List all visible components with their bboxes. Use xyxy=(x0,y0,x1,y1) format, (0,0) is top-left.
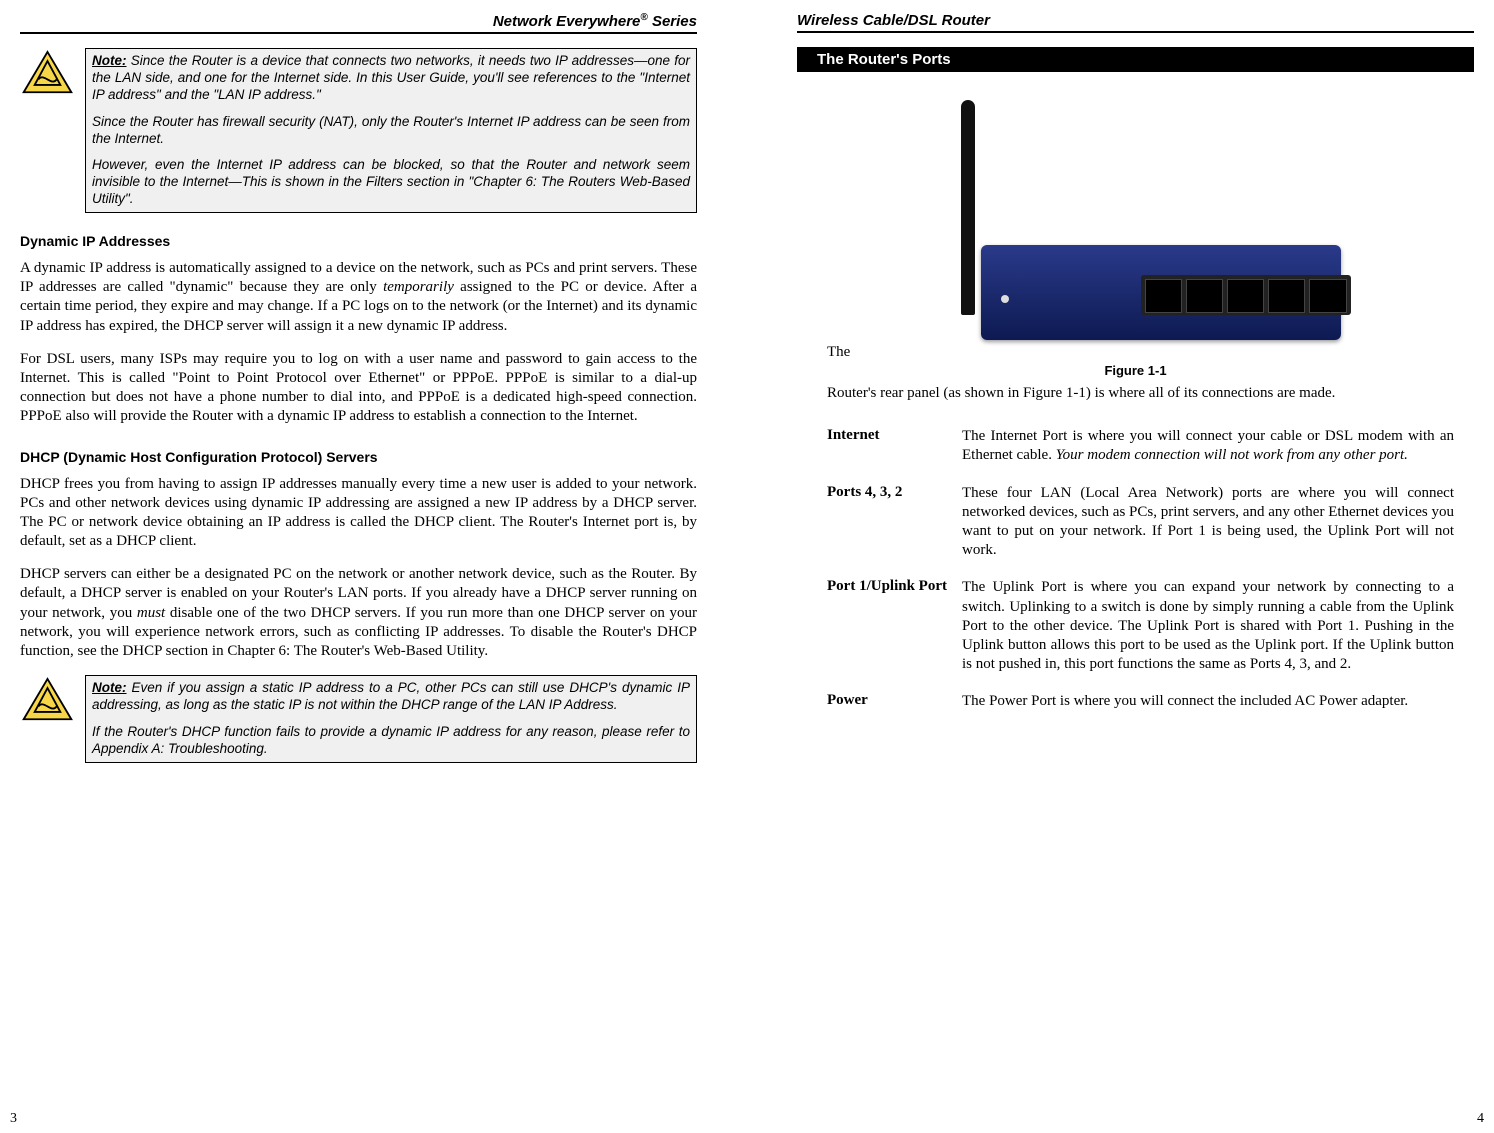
ethernet-port xyxy=(1268,279,1305,313)
router-illustration xyxy=(921,100,1351,350)
page-spread: Network Everywhere® Series Note: Since t… xyxy=(0,0,1494,1133)
definition-desc: The Power Port is where you will connect… xyxy=(962,692,1454,711)
note-label: Note: xyxy=(92,680,127,695)
note-box-2: Note: Even if you assign a static IP add… xyxy=(85,675,697,763)
running-head-text: Network Everywhere xyxy=(493,13,641,30)
ethernet-port xyxy=(1186,279,1223,313)
definition-desc: These four LAN (Local Area Network) port… xyxy=(962,484,1454,561)
router-figure xyxy=(797,100,1474,350)
router-antenna xyxy=(961,100,975,315)
figure-caption: Figure 1-1 xyxy=(797,363,1474,378)
definition-row: Port 1/Uplink Port The Uplink Port is wh… xyxy=(827,578,1454,674)
note-text: Even if you assign a static IP address t… xyxy=(92,680,690,712)
ethernet-port xyxy=(1145,279,1182,313)
warning-icon xyxy=(20,48,75,98)
body-paragraph: A dynamic IP address is automatically as… xyxy=(20,259,697,336)
definition-term: Ports 4, 3, 2 xyxy=(827,484,962,561)
note-text: Since the Router is a device that connec… xyxy=(92,53,690,102)
note-box-1: Note: Since the Router is a device that … xyxy=(85,48,697,213)
section-title-bar: The Router's Ports xyxy=(797,47,1474,72)
intro-paragraph: Router's rear panel (as shown in Figure … xyxy=(827,384,1454,403)
note-text: However, even the Internet IP address ca… xyxy=(92,157,690,206)
page-number-right: 4 xyxy=(1477,1111,1484,1127)
definition-row: Power The Power Port is where you will c… xyxy=(827,692,1454,711)
running-head-left: Network Everywhere® Series xyxy=(20,12,697,34)
running-head-right: Wireless Cable/DSL Router xyxy=(797,12,1474,33)
definition-term: Internet xyxy=(827,427,962,465)
definition-row: Ports 4, 3, 2 These four LAN (Local Area… xyxy=(827,484,1454,561)
note-label: Note: xyxy=(92,53,127,68)
definition-term: Power xyxy=(827,692,962,711)
ethernet-port xyxy=(1309,279,1346,313)
definition-row: Internet The Internet Port is where you … xyxy=(827,427,1454,465)
body-paragraph: For DSL users, many ISPs may require you… xyxy=(20,350,697,427)
registered-mark: ® xyxy=(640,12,647,23)
page-number-left: 3 xyxy=(10,1111,17,1127)
body-text-em: temporarily xyxy=(383,279,454,295)
left-page: Network Everywhere® Series Note: Since t… xyxy=(0,12,747,1133)
body-paragraph: DHCP frees you from having to assign IP … xyxy=(20,475,697,552)
definition-desc: The Uplink Port is where you can expand … xyxy=(962,578,1454,674)
running-head-text-2: Series xyxy=(648,13,697,30)
port-strip xyxy=(1141,275,1351,315)
body-text-em: must xyxy=(137,605,165,621)
lead-word-the: The xyxy=(827,344,850,361)
note-text: If the Router's DHCP function fails to p… xyxy=(92,724,690,756)
heading-dynamic-ip: Dynamic IP Addresses xyxy=(20,233,697,249)
note-text: Since the Router has firewall security (… xyxy=(92,114,690,146)
note-block-1: Note: Since the Router is a device that … xyxy=(20,48,697,213)
reset-hole xyxy=(1001,295,1009,303)
desc-text-em: Your modem connection will not work from… xyxy=(1056,447,1408,463)
port-definition-list: Internet The Internet Port is where you … xyxy=(827,427,1454,729)
body-paragraph: DHCP servers can either be a designated … xyxy=(20,565,697,661)
ethernet-port xyxy=(1227,279,1264,313)
definition-term: Port 1/Uplink Port xyxy=(827,578,962,674)
warning-icon xyxy=(20,675,75,725)
note-block-2: Note: Even if you assign a static IP add… xyxy=(20,675,697,763)
router-body xyxy=(981,245,1341,340)
definition-desc: The Internet Port is where you will conn… xyxy=(962,427,1454,465)
right-page: Wireless Cable/DSL Router The Router's P… xyxy=(747,12,1494,1133)
heading-dhcp: DHCP (Dynamic Host Configuration Protoco… xyxy=(20,449,697,465)
